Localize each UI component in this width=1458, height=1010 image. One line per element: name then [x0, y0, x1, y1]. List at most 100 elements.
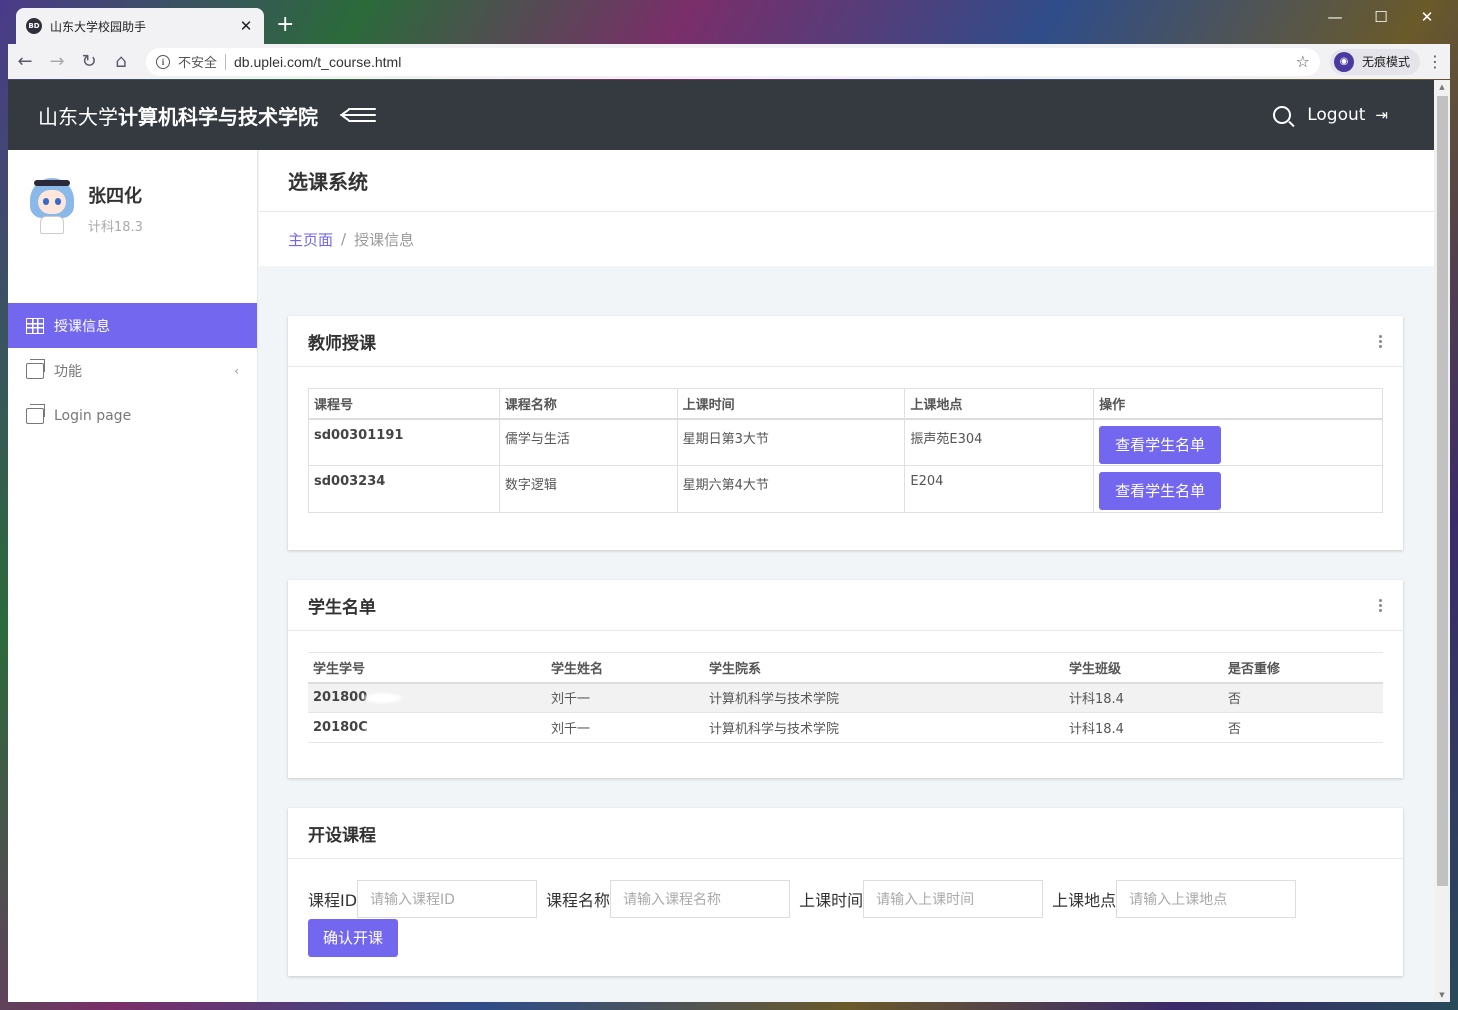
search-icon[interactable]: [1273, 106, 1292, 124]
redaction-blur: [361, 721, 406, 734]
sidebar: 张四化 计科18.3 授课信息 功能 ‹ Login page: [8, 150, 258, 1002]
new-tab-icon[interactable]: +: [276, 12, 294, 38]
card-menu-icon[interactable]: [1379, 334, 1383, 348]
breadcrumb-separator: /: [341, 230, 347, 248]
card-menu-icon[interactable]: [1379, 598, 1383, 612]
scroll-down-icon[interactable]: ▼: [1434, 988, 1450, 1002]
copy-icon: [26, 403, 45, 424]
view-students-button[interactable]: 查看学生名单: [1099, 425, 1222, 464]
column-header: 上课地点: [904, 388, 1095, 420]
browser-menu-icon[interactable]: ⋮: [1420, 52, 1450, 71]
column-header: 学生姓名: [546, 652, 704, 684]
address-bar: ← → ↻ ⌂ i 不安全 db.uplei.com/t_course.html…: [8, 44, 1450, 79]
close-tab-icon[interactable]: ✕: [238, 17, 254, 35]
incognito-icon: ◉: [1333, 51, 1354, 72]
breadcrumb-home[interactable]: 主页面: [288, 229, 333, 250]
sidebar-item-functions[interactable]: 功能 ‹: [8, 348, 257, 393]
table-row: 20180C 刘千一 计算机科学与技术学院 计科18.4 否: [308, 712, 1383, 743]
course-id: sd003234: [308, 465, 500, 513]
student-name: 刘千一: [546, 712, 704, 743]
student-id: 20180C: [313, 720, 368, 735]
confirm-open-course-button[interactable]: 确认开课: [308, 919, 398, 957]
bookmark-star-icon[interactable]: ☆: [1296, 52, 1310, 71]
student-id: 201800: [313, 690, 368, 706]
column-header: 学生院系: [704, 652, 1064, 684]
sidebar-item-label: 功能: [54, 363, 82, 380]
maximize-icon[interactable]: ☐: [1358, 4, 1404, 30]
chevron-left-icon: ‹: [234, 363, 239, 378]
course-place: E204: [904, 465, 1095, 513]
course-name: 儒学与生活: [498, 418, 678, 466]
page-title: 选课系统: [288, 170, 368, 194]
students-card: 学生名单 学生学号 学生姓名 学生院系 学生班级 是否重修 201800 刘千一…: [288, 580, 1403, 778]
logout-link[interactable]: Logout: [1307, 105, 1365, 125]
copy-icon: [26, 358, 45, 379]
tab-strip: BD 山东大学校园助手 ✕ +: [8, 0, 1458, 44]
user-name: 张四化: [88, 186, 142, 207]
course-id-label: 课程ID: [308, 891, 358, 910]
info-icon[interactable]: i: [156, 54, 170, 69]
card-title: 开设课程: [308, 825, 376, 846]
sidebar-item-label: Login page: [54, 407, 132, 424]
sidebar-item-label: 授课信息: [54, 318, 110, 335]
table-row: 201800 刘千一 计算机科学与技术学院 计科18.4 否: [308, 682, 1383, 713]
course-name-label: 课程名称: [546, 891, 611, 910]
minimize-icon[interactable]: —: [1312, 4, 1358, 30]
forward-icon[interactable]: →: [42, 47, 72, 77]
course-id-input[interactable]: 请输入课程ID: [357, 880, 538, 918]
student-dept: 计算机科学与技术学院: [704, 712, 1064, 743]
student-dept: 计算机科学与技术学院: [704, 682, 1064, 713]
insecure-label: 不安全: [178, 56, 218, 71]
course-time: 星期六第4大节: [676, 465, 906, 513]
sidebar-item-teaching-info[interactable]: 授课信息: [8, 303, 257, 348]
incognito-badge[interactable]: ◉ 无痕模式: [1329, 48, 1420, 75]
close-window-icon[interactable]: ✕: [1404, 4, 1450, 30]
course-time-input[interactable]: 请输入上课时间: [863, 880, 1044, 918]
card-title: 教师授课: [308, 333, 376, 354]
column-header: 操作: [1093, 388, 1383, 420]
open-course-form: 课程ID 请输入课程ID 课程名称 请输入课程名称 上课时间 请输入上课时间 上…: [308, 880, 1305, 918]
sidebar-item-login-page[interactable]: Login page: [8, 393, 257, 438]
table-row: sd003234 数字逻辑 星期六第4大节 E204 查看学生名单: [308, 465, 1383, 513]
student-class: 计科18.4: [1064, 682, 1223, 713]
back-icon[interactable]: ←: [10, 47, 40, 77]
url-text[interactable]: db.uplei.com/t_course.html: [234, 54, 1296, 70]
table-row: sd00301191 儒学与生活 星期日第3大节 振声苑E304 查看学生名单: [308, 418, 1383, 466]
column-header: 是否重修: [1223, 652, 1383, 684]
teaching-card: 教师授课 课程号 课程名称 上课时间 上课地点 操作 sd00301191 儒学…: [288, 316, 1403, 550]
scrollbar-thumb[interactable]: [1437, 96, 1448, 886]
course-place-label: 上课地点: [1052, 891, 1117, 910]
brand-bold: 计算机科学与技术学院: [118, 104, 318, 129]
student-class: 计科18.4: [1064, 712, 1223, 743]
page-scrollbar[interactable]: ▲ ▼: [1434, 80, 1450, 1002]
column-header: 学生班级: [1064, 652, 1223, 684]
menu-toggle-icon[interactable]: [340, 105, 376, 125]
course-time: 星期日第3大节: [676, 418, 906, 466]
course-time-label: 上课时间: [799, 891, 864, 910]
brand-title[interactable]: 山东大学计算机科学与技术学院: [38, 101, 318, 130]
scroll-up-icon[interactable]: ▲: [1434, 80, 1450, 94]
favicon-icon: BD: [26, 18, 42, 34]
omnibox[interactable]: i 不安全 db.uplei.com/t_course.html ☆: [146, 47, 1320, 76]
column-header: 课程号: [308, 388, 500, 420]
open-course-card: 开设课程 课程ID 请输入课程ID 课程名称 请输入课程名称 上课时间 请输入上…: [288, 808, 1403, 976]
course-place-input[interactable]: 请输入上课地点: [1116, 880, 1297, 918]
page-viewport: 山东大学计算机科学与技术学院 Logout ⇥ 张四化 计科18.3 授课信息 …: [8, 80, 1450, 1002]
redaction-blur: [361, 691, 406, 704]
course-name: 数字逻辑: [498, 465, 678, 513]
breadcrumb: 主页面 / 授课信息: [259, 212, 1434, 266]
view-students-button[interactable]: 查看学生名单: [1099, 472, 1222, 510]
sidebar-nav: 授课信息 功能 ‹ Login page: [8, 303, 257, 438]
browser-tab[interactable]: BD 山东大学校园助手 ✕: [16, 8, 264, 44]
student-retake: 否: [1223, 712, 1383, 743]
course-name-input[interactable]: 请输入课程名称: [610, 880, 791, 918]
home-icon[interactable]: ⌂: [106, 47, 136, 77]
page-header: 选课系统: [259, 150, 1434, 212]
column-header: 课程名称: [498, 388, 678, 420]
main-content: 选课系统 主页面 / 授课信息 教师授课 课程号 课程名称 上课时间 上课地点 …: [259, 150, 1434, 1002]
avatar[interactable]: [30, 178, 74, 234]
reload-icon[interactable]: ↻: [74, 47, 104, 77]
logout-icon[interactable]: ⇥: [1375, 106, 1388, 124]
course-id: sd00301191: [308, 418, 500, 466]
brand-prefix: 山东大学: [38, 104, 118, 129]
